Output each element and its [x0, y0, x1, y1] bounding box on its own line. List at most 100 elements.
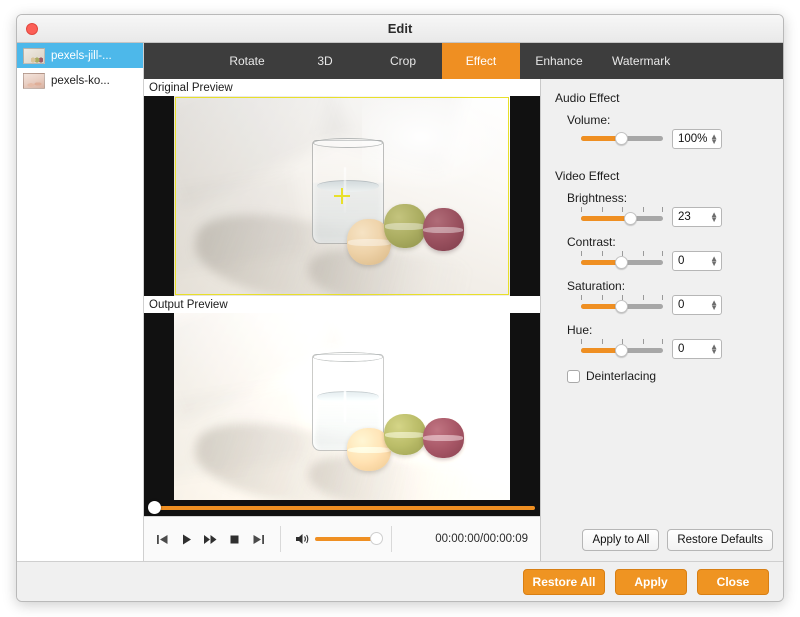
output-preview-image — [174, 313, 510, 500]
saturation-slider[interactable] — [581, 295, 664, 315]
file-list-item[interactable]: pexels-ko... — [17, 68, 143, 93]
macaron-green — [384, 204, 427, 248]
volume-label: Volume: — [567, 113, 611, 127]
window-body: pexels-jill-... pexels-ko... Rotate 3D C… — [17, 43, 783, 561]
seek-bar[interactable] — [144, 500, 540, 516]
saturation-spinner[interactable]: 0 ▲ ▼ — [672, 295, 722, 315]
saturation-slider-thumb[interactable] — [614, 300, 628, 313]
tab-effect[interactable]: Effect — [442, 43, 520, 79]
content-area: Rotate 3D Crop Effect Enhance Watermark … — [144, 43, 783, 561]
transport-divider — [280, 526, 281, 552]
edit-window: Edit pexels-jill-... pexels-ko... Rotate… — [16, 14, 784, 602]
play-icon[interactable] — [174, 526, 198, 552]
preview-column: Original Preview Output Preview 00:00:00… — [144, 79, 541, 561]
saturation-label: Saturation: — [567, 279, 626, 293]
saturation-slider-fill — [581, 304, 620, 309]
deinterlacing-checkbox[interactable] — [567, 369, 580, 383]
slider-ticks — [581, 207, 664, 213]
brightness-slider-thumb[interactable] — [623, 212, 637, 225]
skip-next-icon[interactable] — [246, 526, 270, 552]
original-preview-image — [174, 96, 510, 296]
contrast-slider-thumb[interactable] — [614, 256, 628, 269]
hue-label: Hue: — [567, 323, 593, 337]
file-thumbnail — [23, 72, 45, 89]
title-bar: Edit — [17, 15, 783, 43]
apply-to-all-button[interactable]: Apply to All — [582, 529, 660, 551]
speaker-icon[interactable] — [291, 526, 315, 552]
stepper-arrows-icon[interactable]: ▲ ▼ — [710, 299, 718, 312]
close-icon[interactable] — [26, 23, 38, 35]
tab-crop[interactable]: Crop — [364, 43, 442, 79]
macaron-red — [422, 417, 465, 458]
close-button[interactable]: Close — [697, 568, 769, 595]
stop-icon[interactable] — [222, 526, 246, 552]
stepper-arrows-icon[interactable]: ▲ ▼ — [710, 211, 718, 224]
brightness-value: 23 — [678, 211, 691, 223]
stepper-arrows-icon[interactable]: ▲ ▼ — [710, 255, 718, 268]
crop-handle-right-middle[interactable] — [505, 192, 509, 200]
hue-value: 0 — [678, 343, 685, 355]
brightness-slider-fill — [581, 216, 629, 221]
audio-effect-heading: Audio Effect — [555, 91, 620, 105]
contrast-slider-fill — [581, 260, 620, 265]
crop-handle-bottom-right[interactable] — [502, 288, 509, 295]
seek-thumb[interactable] — [148, 501, 161, 514]
crop-handle-bottom-left[interactable] — [175, 288, 182, 295]
file-name: pexels-jill-... — [51, 49, 112, 62]
tab-3d[interactable]: 3D — [286, 43, 364, 79]
contrast-value: 0 — [678, 255, 685, 267]
macaron-red — [422, 208, 465, 251]
brightness-slider[interactable] — [581, 207, 664, 227]
file-thumbnail — [23, 47, 45, 64]
window-title: Edit — [387, 21, 413, 36]
tab-watermark[interactable]: Watermark — [598, 43, 684, 79]
brightness-spinner[interactable]: 23 ▲ ▼ — [672, 207, 722, 227]
hue-slider[interactable] — [581, 339, 664, 359]
restore-all-button[interactable]: Restore All — [523, 568, 605, 595]
original-preview-stage — [144, 96, 540, 296]
volume-slider-thumb[interactable] — [615, 132, 629, 145]
brightness-label: Brightness: — [567, 191, 628, 205]
timecode: 00:00:00/00:00:09 — [435, 533, 528, 545]
contrast-label: Contrast: — [567, 235, 616, 249]
contrast-slider[interactable] — [581, 251, 664, 271]
file-name: pexels-ko... — [51, 74, 110, 87]
transport-volume-slider[interactable] — [315, 532, 383, 546]
volume-spinner[interactable]: 100% ▲ ▼ — [672, 129, 722, 149]
fast-forward-icon[interactable] — [198, 526, 222, 552]
volume-value: 100% — [678, 133, 708, 145]
contrast-control-row: 0 ▲ ▼ — [581, 251, 783, 271]
saturation-control-row: 0 ▲ ▼ — [581, 295, 783, 315]
saturation-value: 0 — [678, 299, 685, 311]
effect-settings-panel: Audio Effect Volume: 100% ▲ ▼ Video Effe… — [541, 79, 783, 561]
video-effect-heading: Video Effect — [555, 169, 620, 183]
hue-slider-thumb[interactable] — [614, 344, 628, 357]
macaron-green — [384, 413, 427, 456]
tab-enhance[interactable]: Enhance — [520, 43, 598, 79]
tab-bar: Rotate 3D Crop Effect Enhance Watermark — [144, 43, 783, 79]
original-preview-label: Original Preview — [144, 79, 540, 96]
hue-control-row: 0 ▲ ▼ — [581, 339, 783, 359]
file-list-sidebar: pexels-jill-... pexels-ko... — [17, 43, 144, 561]
file-list-item[interactable]: pexels-jill-... — [17, 43, 143, 68]
restore-defaults-button[interactable]: Restore Defaults — [667, 529, 773, 551]
deinterlacing-row[interactable]: Deinterlacing — [567, 369, 783, 383]
stepper-arrows-icon[interactable]: ▲ ▼ — [710, 133, 718, 146]
main-split: Original Preview Output Preview 00:00:00… — [144, 79, 783, 561]
transport-bar: 00:00:00/00:00:09 — [144, 516, 540, 561]
skip-previous-icon[interactable] — [150, 526, 174, 552]
settings-actions: Apply to All Restore Defaults — [541, 529, 783, 561]
hue-spinner[interactable]: 0 ▲ ▼ — [672, 339, 722, 359]
footer-bar: Restore All Apply Close — [17, 561, 783, 601]
transport-volume-thumb[interactable] — [370, 532, 383, 545]
brightness-control-row: 23 ▲ ▼ — [581, 207, 783, 227]
contrast-spinner[interactable]: 0 ▲ ▼ — [672, 251, 722, 271]
volume-control-row: 100% ▲ ▼ — [581, 129, 783, 149]
seek-track[interactable] — [149, 506, 535, 510]
hue-slider-fill — [581, 348, 620, 353]
stepper-arrows-icon[interactable]: ▲ ▼ — [710, 343, 718, 356]
deinterlacing-label: Deinterlacing — [586, 369, 657, 383]
tab-rotate[interactable]: Rotate — [208, 43, 286, 79]
apply-button[interactable]: Apply — [615, 568, 687, 595]
volume-slider[interactable] — [581, 129, 663, 149]
